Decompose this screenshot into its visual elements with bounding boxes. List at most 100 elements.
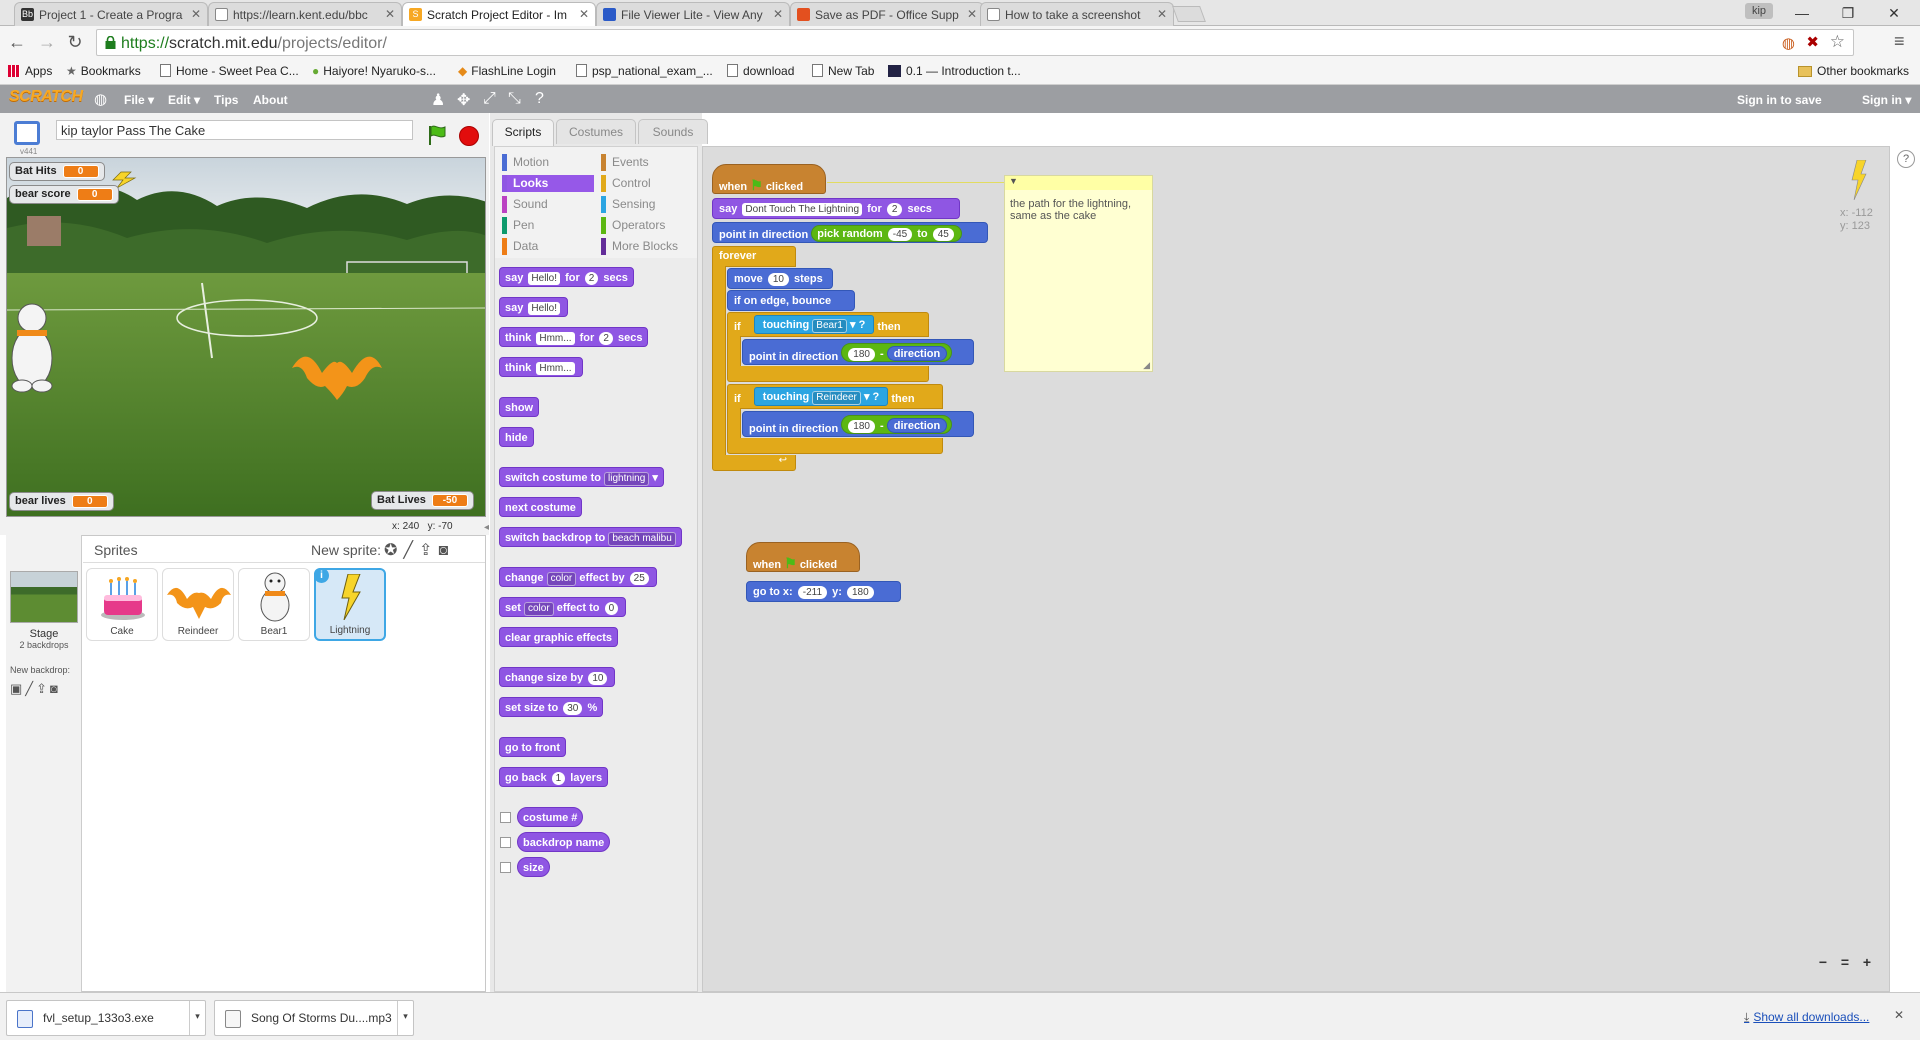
help-icon[interactable]: ? — [535, 90, 544, 108]
block-think[interactable]: think Hmm... — [499, 357, 583, 377]
grow-icon[interactable]: ⤢ — [483, 90, 496, 108]
block-if-on-edge-bounce[interactable]: if on edge, bounce — [727, 290, 855, 311]
block-hide[interactable]: hide — [499, 427, 534, 447]
checkbox-size[interactable] — [500, 862, 511, 873]
bookmark-item[interactable]: ◆ FlashLine Login — [458, 64, 556, 78]
reporter-costume-number[interactable]: costume # — [517, 807, 584, 827]
browser-tab-office[interactable]: Save as PDF - Office Supp ✕ — [790, 2, 984, 26]
camera-icon[interactable]: ◙ — [438, 542, 454, 559]
stop-icon[interactable] — [459, 126, 479, 146]
bookmark-item[interactable]: ● Haiyore! Nyaruko-s... — [312, 64, 436, 78]
script-comment[interactable]: ▼ the path for the lightning, same as th… — [1004, 175, 1153, 372]
zoom-out-icon[interactable]: − — [1813, 954, 1833, 974]
chevron-down-icon[interactable]: ▾ — [397, 1001, 413, 1035]
script-area[interactable] — [702, 146, 1890, 992]
back-icon[interactable]: ← — [6, 32, 28, 53]
category-operators[interactable]: Operators — [601, 217, 693, 234]
reporter-backdrop-name[interactable]: backdrop name — [517, 832, 611, 852]
shrink-icon[interactable]: ⤡ — [508, 90, 521, 108]
adblock-icon[interactable]: ✖ — [1806, 33, 1819, 51]
reporter-size[interactable]: size — [517, 857, 550, 877]
block-next-costume[interactable]: next costume — [499, 497, 582, 517]
resize-grip-icon[interactable]: ◢ — [1143, 360, 1150, 371]
browser-tab-screenshot[interactable]: How to take a screenshot ✕ — [980, 2, 1174, 26]
project-title-input[interactable]: kip taylor Pass The Cake — [56, 120, 413, 140]
category-sound[interactable]: Sound — [502, 196, 594, 213]
help-icon[interactable]: ? — [1897, 150, 1915, 168]
sprite-thumb-lightning[interactable]: i Lightning — [314, 568, 386, 641]
info-icon[interactable]: i — [314, 568, 329, 583]
chrome-menu-icon[interactable]: ≡ — [1894, 31, 1905, 52]
comment-header[interactable]: ▼ — [1005, 176, 1152, 190]
category-more-blocks[interactable]: More Blocks — [601, 238, 693, 255]
bookmark-item[interactable]: Home - Sweet Pea C... — [160, 64, 299, 78]
green-flag-icon[interactable] — [426, 124, 448, 146]
tab-scripts[interactable]: Scripts — [492, 119, 554, 146]
block-point-in-direction[interactable]: point in direction pick random -45 to 45 — [712, 222, 988, 243]
block-think-for-secs[interactable]: think Hmm... for 2 secs — [499, 327, 649, 347]
block-switch-costume[interactable]: switch costume to lightning ▾ — [499, 467, 664, 487]
url-bar[interactable]: https://scratch.mit.edu/projects/editor/… — [96, 29, 1854, 56]
menu-tips[interactable]: Tips — [214, 93, 238, 107]
block-say[interactable]: say Hello! — [499, 297, 568, 317]
browser-tab-scratch[interactable]: S Scratch Project Editor - Im ✕ — [402, 2, 596, 27]
block-change-size[interactable]: change size by 10 — [499, 667, 616, 687]
sprite-library-icon[interactable]: ✪ — [384, 542, 403, 559]
checkbox-costume-number[interactable] — [500, 812, 511, 823]
block-change-effect[interactable]: change color effect by 25 — [499, 567, 657, 587]
category-pen[interactable]: Pen — [502, 217, 594, 234]
image-library-icon[interactable]: ▣ — [10, 681, 25, 696]
delete-cut-icon[interactable]: ✥ — [457, 90, 470, 110]
bookmark-item[interactable]: download — [727, 64, 794, 78]
menu-edit[interactable]: Edit ▾ — [168, 93, 200, 107]
menu-about[interactable]: About — [253, 93, 288, 107]
bookmark-apps[interactable]: Apps — [8, 64, 52, 78]
stage-thumbnail[interactable] — [10, 571, 78, 623]
tab-sounds[interactable]: Sounds — [638, 119, 708, 144]
block-point-in-direction[interactable]: point in direction 180 - direction — [742, 411, 974, 437]
upload-icon[interactable]: ⇪ — [419, 542, 438, 559]
checkbox-backdrop-name[interactable] — [500, 837, 511, 848]
bookmark-other[interactable]: Other bookmarks — [1798, 64, 1909, 78]
bookmark-folder[interactable]: ★ Bookmarks — [66, 64, 141, 78]
fullscreen-icon[interactable] — [14, 121, 40, 145]
block-if-touching-bear1[interactable]: if touching Bear1 ▾ ? then — [727, 312, 929, 337]
category-events[interactable]: Events — [601, 154, 693, 171]
upload-icon[interactable]: ⇪ — [36, 681, 50, 696]
category-control[interactable]: Control — [601, 175, 693, 192]
block-show[interactable]: show — [499, 397, 540, 417]
block-switch-backdrop[interactable]: switch backdrop to beach malibu — [499, 527, 682, 547]
window-close-icon[interactable]: ✕ — [1872, 2, 1916, 24]
extension-icon[interactable]: ◍ — [1782, 34, 1795, 52]
close-downloads-icon[interactable]: ✕ — [1894, 1008, 1904, 1022]
block-set-size[interactable]: set size to 30 % — [499, 697, 604, 717]
browser-tab-learn[interactable]: https://learn.kent.edu/bbc ✕ — [208, 2, 402, 26]
block-say-for-secs[interactable]: say Hello! for 2 secs — [499, 267, 634, 287]
block-go-to-front[interactable]: go to front — [499, 737, 566, 757]
category-motion[interactable]: Motion — [502, 154, 594, 171]
download-item[interactable]: fvl_setup_133o3.exe ▾ — [6, 1000, 206, 1036]
new-tab-button[interactable] — [1172, 6, 1206, 22]
category-looks[interactable]: Looks — [502, 175, 594, 192]
block-set-effect[interactable]: set color effect to 0 — [499, 597, 627, 617]
zoom-reset-icon[interactable]: = — [1835, 954, 1855, 974]
menu-file[interactable]: File ▾ — [124, 93, 154, 107]
close-icon[interactable]: ✕ — [191, 7, 201, 21]
reload-icon[interactable]: ↻ — [64, 32, 86, 53]
sprite-thumb-reindeer[interactable]: Reindeer — [162, 568, 234, 641]
block-say-for-secs[interactable]: say Dont Touch The Lightning for 2 secs — [712, 198, 960, 219]
download-item[interactable]: Song Of Storms Du....mp3 ▾ — [214, 1000, 414, 1036]
block-if-touching-reindeer[interactable]: if touching Reindeer ▾ ? then — [727, 384, 943, 409]
collapse-handle-icon[interactable]: ◂ — [484, 522, 494, 536]
profile-badge[interactable]: kip — [1745, 3, 1773, 19]
when-flag-clicked-hat[interactable]: when ⚑ clicked — [712, 164, 826, 194]
close-icon[interactable]: ✕ — [773, 7, 783, 21]
bookmark-item[interactable]: 0.1 — Introduction t... — [888, 64, 1021, 78]
sign-in-menu[interactable]: Sign in ▾ — [1862, 93, 1911, 107]
restore-icon[interactable]: ❐ — [1826, 2, 1870, 24]
sign-in-to-save-link[interactable]: Sign in to save — [1737, 93, 1822, 107]
bookmark-item[interactable]: psp_national_exam_... — [576, 64, 713, 78]
block-go-back-layers[interactable]: go back 1 layers — [499, 767, 609, 787]
close-icon[interactable]: ✕ — [385, 7, 395, 21]
paint-icon[interactable]: ╱ — [25, 681, 36, 696]
